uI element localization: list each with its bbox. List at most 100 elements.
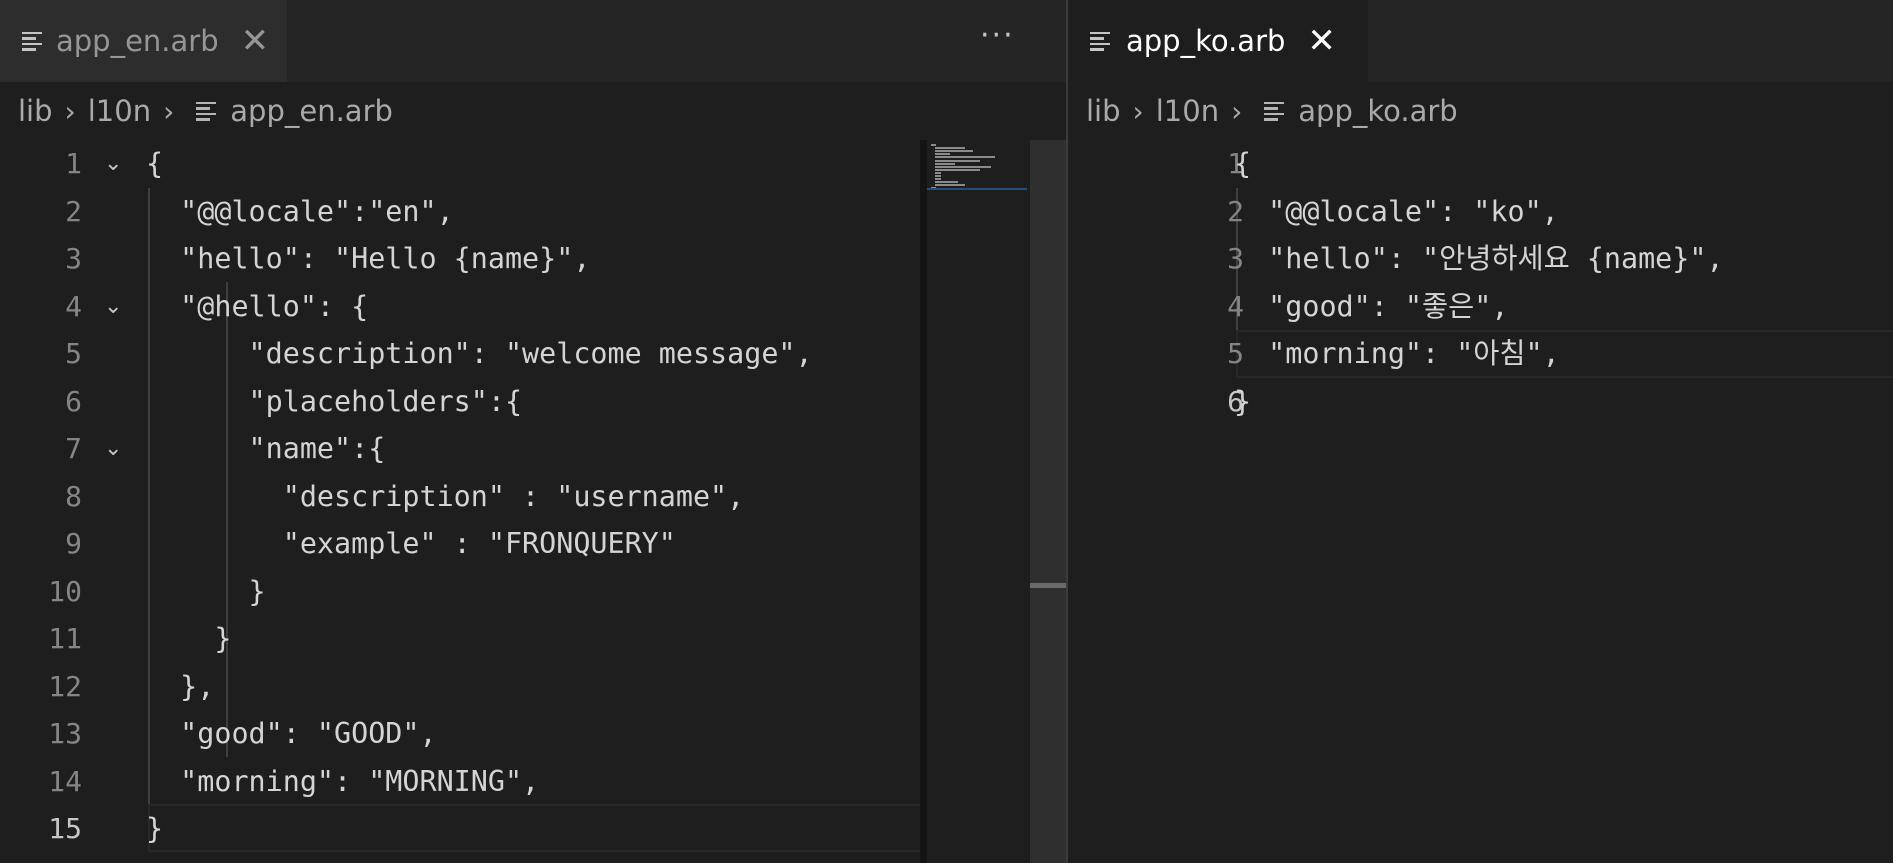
- file-lines-icon: [1090, 31, 1112, 51]
- breadcrumb-item[interactable]: lib: [18, 94, 53, 128]
- chevron-down-icon[interactable]: ⌄: [104, 425, 122, 473]
- minimap-line: [935, 159, 980, 162]
- vertical-scrollbar[interactable]: [1030, 140, 1066, 863]
- right-editor-group: app_ko.arb ✕ lib › l10n › app_ko.arb 1{2…: [1068, 0, 1893, 863]
- minimap-line: [931, 144, 936, 146]
- code-line[interactable]: 15}: [0, 805, 1066, 853]
- code-text: "hello": "Hello {name}",: [146, 242, 591, 275]
- tab-label: app_en.arb: [56, 24, 219, 58]
- code-line[interactable]: 2 "@@locale":"en",: [0, 188, 1066, 236]
- code-line[interactable]: 3 "hello": "Hello {name}",: [0, 235, 1066, 283]
- code-line[interactable]: 1 ⌄ {: [0, 140, 1066, 188]
- code-text: }: [1234, 384, 1252, 418]
- breadcrumb-file[interactable]: app_ko.arb: [1298, 94, 1457, 128]
- minimap-line: [935, 168, 980, 171]
- chevron-right-icon: ›: [163, 94, 175, 128]
- code-editor[interactable]: 1 ⌄{2 "@@locale":"en", 3 "hello": "Hello {…: [0, 140, 1066, 863]
- minimap-line: [935, 153, 950, 156]
- chevron-right-icon: ›: [1132, 94, 1144, 128]
- code-text: "morning": "MORNING",: [146, 764, 540, 798]
- code-text: }: [146, 812, 164, 845]
- minimap-line: [935, 165, 992, 168]
- breadcrumb-item[interactable]: l10n: [1156, 94, 1219, 128]
- line-number: 10: [48, 574, 82, 608]
- line-number: 6: [1227, 384, 1244, 418]
- code-line[interactable]: 4 ⌄ "@hello": {: [0, 283, 1066, 331]
- code-text: "morning": "아침",: [1234, 337, 1560, 370]
- code-line[interactable]: 10 }: [0, 568, 1066, 616]
- line-number: 8: [65, 479, 82, 513]
- code-text: "@@locale":"en",: [146, 194, 454, 228]
- minimap-line: [935, 156, 995, 159]
- code-text: {: [146, 147, 164, 180]
- code-line[interactable]: 8 "description" : "username",: [0, 473, 1066, 521]
- file-lines-icon: [196, 101, 217, 121]
- code-line[interactable]: 12 },: [0, 663, 1066, 711]
- code-line[interactable]: 1{: [1068, 140, 1893, 188]
- line-number: 4: [1227, 289, 1244, 323]
- minimap-line: [935, 162, 955, 165]
- code-line[interactable]: 6}: [1068, 378, 1893, 426]
- code-text: "name":{: [146, 432, 386, 465]
- tab-app-ko-arb[interactable]: app_ko.arb ✕: [1068, 0, 1368, 82]
- line-number: 1: [65, 147, 82, 180]
- line-number: 4: [65, 289, 82, 323]
- close-icon[interactable]: ✕: [1307, 24, 1336, 58]
- line-number: 14: [48, 764, 82, 798]
- chevron-down-icon[interactable]: ⌄: [104, 140, 122, 188]
- code-line[interactable]: 13 "good": "GOOD",: [0, 710, 1066, 758]
- code-line[interactable]: 2 "@@locale": "ko",: [1068, 188, 1893, 236]
- line-number: 12: [48, 669, 82, 703]
- code-text: }: [146, 622, 232, 655]
- breadcrumb-item[interactable]: lib: [1086, 94, 1121, 128]
- line-number: 15: [48, 812, 82, 845]
- close-icon[interactable]: ✕: [241, 24, 270, 58]
- line-number: 2: [65, 194, 82, 228]
- minimap-line: [935, 181, 958, 184]
- code-line[interactable]: 6 "placeholders":{: [0, 378, 1066, 426]
- tab-app-en-arb[interactable]: app_en.arb ✕: [0, 0, 287, 82]
- code-text: {: [1234, 147, 1252, 180]
- file-lines-icon: [1264, 101, 1285, 121]
- breadcrumb: lib › l10n › app_ko.arb: [1068, 82, 1893, 140]
- code-editor[interactable]: 1{2 "@@locale": "ko", 3 "hello": "안녕하세요 {…: [1068, 140, 1893, 863]
- minimap[interactable]: [927, 140, 1030, 863]
- line-number: 3: [65, 242, 82, 275]
- code-text: "hello": "안녕하세요 {name}",: [1234, 242, 1724, 275]
- line-number: 7: [65, 432, 82, 465]
- breadcrumb: lib › l10n › app_en.arb: [0, 82, 1066, 140]
- code-text: "example" : "FRONQUERY": [146, 527, 676, 560]
- chevron-right-icon: ›: [1231, 94, 1243, 128]
- breadcrumb-item[interactable]: l10n: [88, 94, 151, 128]
- file-lines-icon: [22, 31, 42, 51]
- code-line[interactable]: 3 "hello": "안녕하세요 {name}",: [1068, 235, 1893, 283]
- code-text: }: [146, 574, 266, 608]
- code-line[interactable]: 7 ⌄ "name":{: [0, 425, 1066, 473]
- code-text: },: [146, 669, 215, 703]
- code-line[interactable]: 11 }: [0, 615, 1066, 663]
- code-text: "@hello": {: [146, 289, 369, 323]
- breadcrumb-file[interactable]: app_en.arb: [230, 94, 393, 128]
- tab-label: app_ko.arb: [1126, 24, 1286, 58]
- tab-bar: app_en.arb ✕ ···: [0, 0, 1066, 82]
- minimap-line: [935, 147, 965, 150]
- line-number: 1: [1227, 147, 1244, 180]
- tab-bar: app_ko.arb ✕: [1068, 0, 1893, 82]
- code-text: "description": "welcome message",: [146, 337, 813, 370]
- line-number: 11: [48, 622, 82, 655]
- minimap-line: [935, 150, 973, 153]
- code-text: "placeholders":{: [146, 384, 523, 418]
- more-actions-icon[interactable]: ···: [980, 18, 1015, 53]
- minimap-line: [935, 178, 941, 181]
- chevron-down-icon[interactable]: ⌄: [104, 283, 122, 331]
- code-line[interactable]: 4 "good": "좋은",: [1068, 283, 1893, 331]
- code-text: "description" : "username",: [146, 479, 745, 513]
- scrollbar-thumb[interactable]: [1030, 583, 1066, 588]
- code-line[interactable]: 9 "example" : "FRONQUERY": [0, 520, 1066, 568]
- left-editor-group: app_en.arb ✕ ··· lib › l10n › app_en.arb…: [0, 0, 1066, 863]
- chevron-right-icon: ›: [64, 94, 76, 128]
- line-number: 5: [65, 337, 82, 370]
- code-line[interactable]: 14 "morning": "MORNING",: [0, 758, 1066, 806]
- code-line[interactable]: 5 "morning": "아침",: [1068, 330, 1893, 378]
- code-line[interactable]: 5 "description": "welcome message",: [0, 330, 1066, 378]
